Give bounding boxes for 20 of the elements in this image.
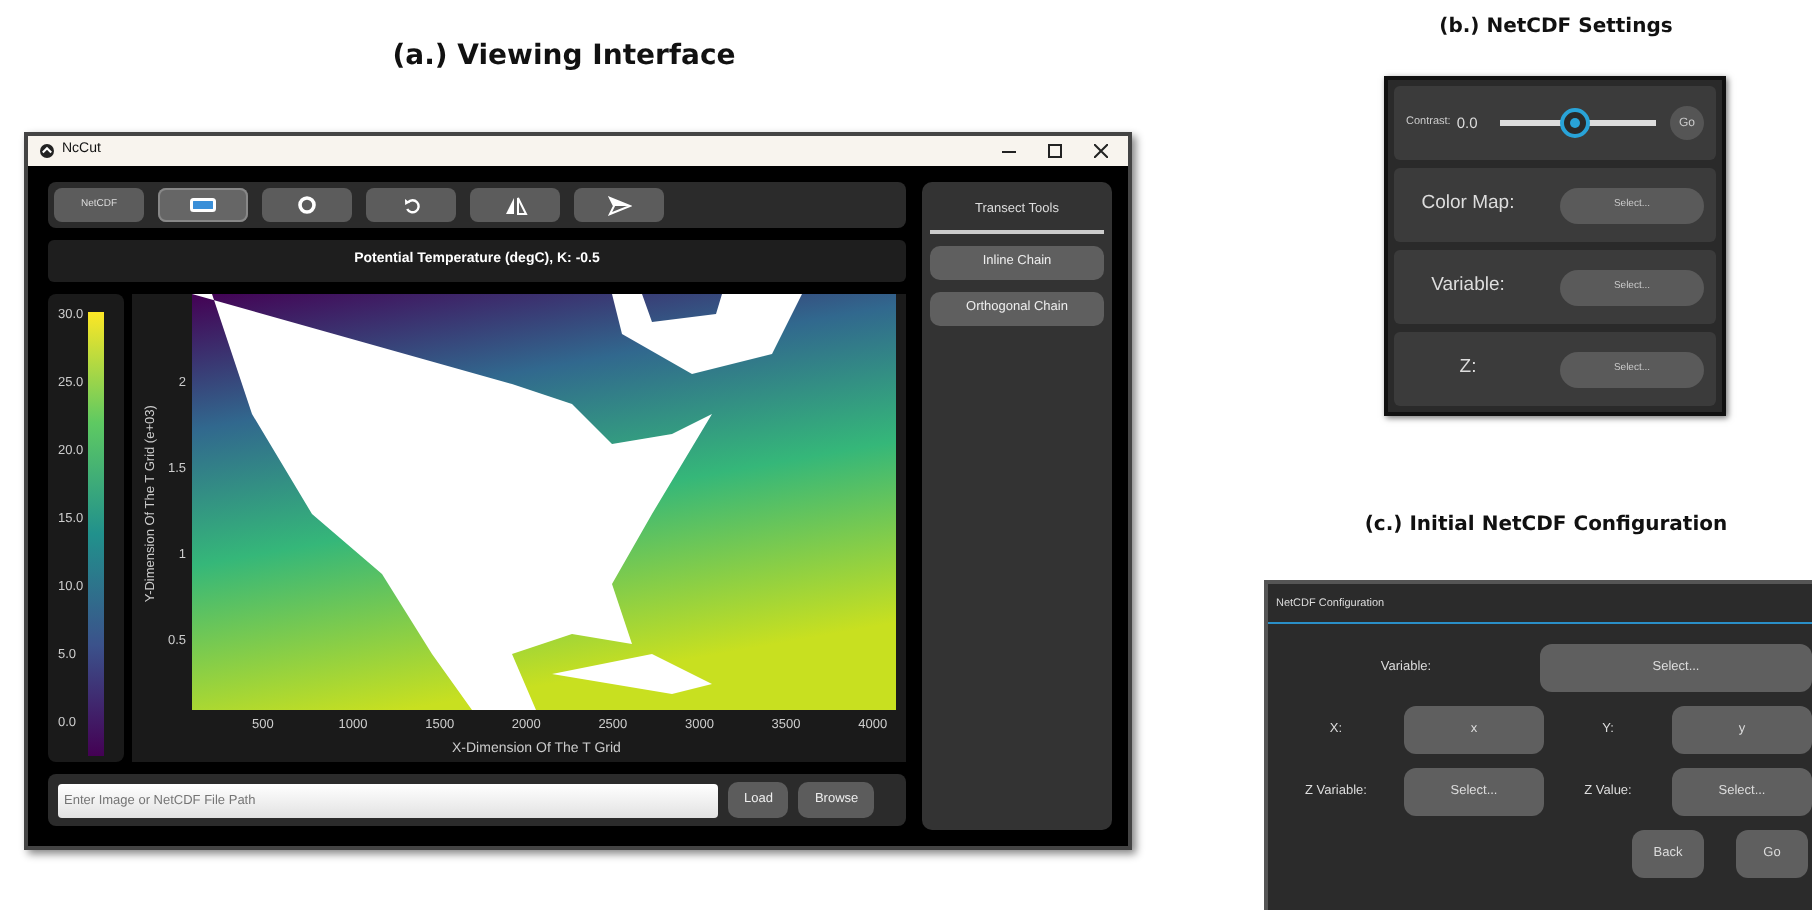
rotate-icon [403,197,419,213]
figure-caption: (b.) NetCDF Settings [1437,14,1675,42]
send-icon [607,195,631,215]
setting-label: Color Map: [1419,190,1517,219]
setting-label: Variable: [1429,272,1507,301]
tool-button[interactable] [158,188,248,222]
close-icon[interactable] [1094,144,1108,158]
figure-caption: (c.) Initial NetCDF Configuration [1362,512,1730,540]
tool-button[interactable] [470,188,560,222]
tool-button[interactable] [262,188,352,222]
mirror-icon [503,195,527,215]
rectangle-icon [190,198,216,212]
tool-button[interactable] [574,188,664,222]
figure-caption: (a.) Viewing Interface [390,38,738,76]
slider-thumb[interactable] [1560,108,1591,138]
maximize-icon[interactable] [1048,144,1062,158]
app-icon [40,144,54,158]
tool-button[interactable] [366,188,456,222]
circle-icon [298,196,316,214]
setting-label: Z: [1457,354,1479,383]
